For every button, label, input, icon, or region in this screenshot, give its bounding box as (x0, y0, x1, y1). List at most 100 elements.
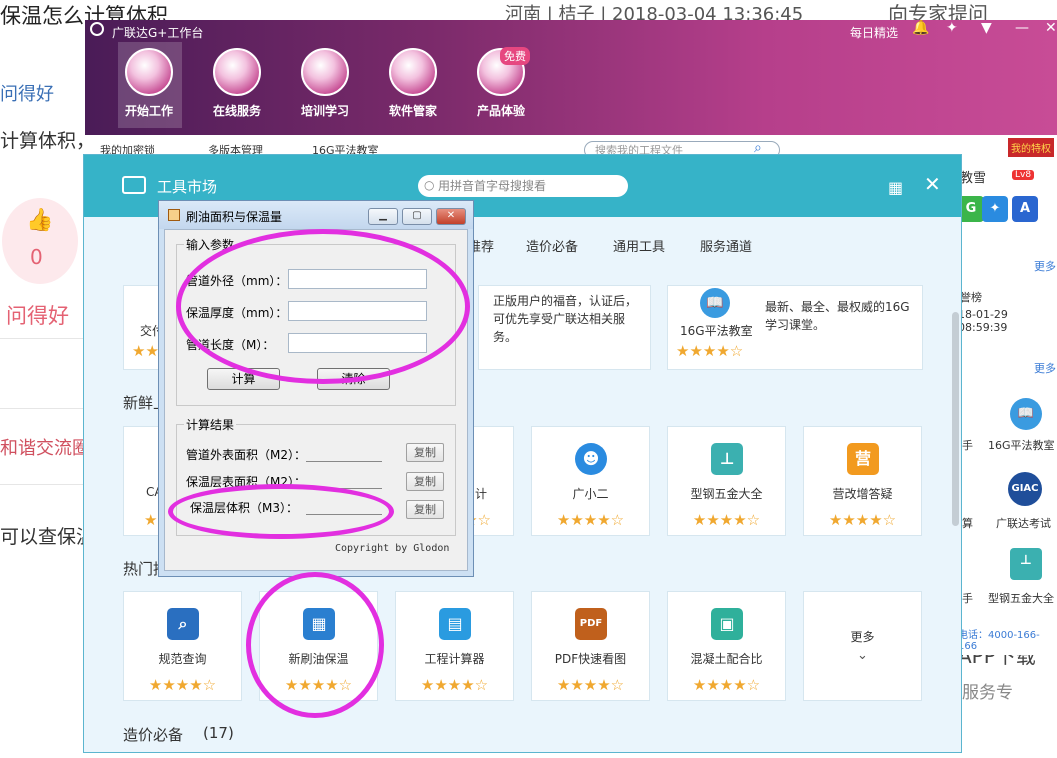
harmony-circle-link[interactable]: 和谐交流圈 (0, 434, 90, 460)
copyright: Copyright by Glodon (335, 543, 450, 554)
nav-label: 开始工作 (124, 104, 173, 118)
hot-card-calculator[interactable]: ▤ 工程计算器 ★★★★☆ (395, 591, 514, 701)
rating-stars: ★★★★☆ (692, 511, 761, 529)
copy-button[interactable]: 复制 (406, 443, 444, 462)
minimize-icon[interactable]: — (1015, 20, 1029, 36)
rank-time: 18-01-29 08:59:39 (958, 308, 1008, 334)
tab-service-channel[interactable]: 服务通道 (700, 236, 752, 255)
pin-icon[interactable]: ✦ (946, 20, 958, 36)
tool-market-title: 工具市场 (157, 178, 218, 196)
copy-button[interactable]: 复制 (406, 472, 444, 491)
toolbox-icon (122, 176, 146, 194)
divider (0, 484, 84, 485)
app-icon-a[interactable]: A (1012, 196, 1038, 222)
close-button[interactable]: ✕ (436, 208, 466, 225)
brush-icon (389, 48, 437, 96)
copy-button[interactable]: 复制 (406, 500, 444, 519)
side-item[interactable]: 手 (962, 590, 973, 606)
more-link[interactable]: 更多 (1034, 258, 1056, 274)
workbench-title: 广联达G+工作台 (112, 26, 204, 40)
level-badge: Lv8 (1012, 170, 1035, 180)
rating-stars: ★★★★☆ (556, 511, 625, 529)
card-name: 16G平法教室 (680, 324, 753, 338)
rating-stars: ★★★★☆ (692, 676, 761, 694)
close-icon[interactable]: ✕ (1045, 20, 1057, 36)
fresh-card-steel[interactable]: ⊥ 型钢五金大全 ★★★★☆ (667, 426, 786, 536)
tool-search-input[interactable]: 用拼音首字母搜搜看 (418, 175, 628, 197)
rating-stars: ★★★★☆ (556, 676, 625, 694)
like-count: 0 (30, 245, 43, 269)
side-item[interactable]: 广联达考试 (996, 515, 1051, 531)
nav-software-manager[interactable]: 软件管家 (373, 48, 453, 119)
dialog-title: 刷油面积与保温量 (186, 210, 283, 224)
side-item[interactable]: 16G平法教室 (988, 437, 1055, 453)
steel-book-icon: ⊥ (711, 443, 743, 475)
card-name: PDF快速看图 (554, 652, 627, 666)
annotation-ring-tool (246, 572, 384, 718)
card-name: 广小二 (572, 487, 609, 501)
minimize-button[interactable]: ▁ (368, 208, 398, 225)
top-card-16g[interactable]: 📖 16G平法教室 ★★★★☆ 最新、最全、最权威的16G学习课堂。 (667, 285, 923, 370)
tab-cost-essentials[interactable]: 造价必备 (526, 236, 578, 255)
vat-icon: 营 (847, 443, 879, 475)
scrollbar[interactable] (952, 312, 959, 526)
annotation-ring-volume (168, 484, 394, 539)
fresh-card-vat[interactable]: 营 营改增答疑 ★★★★☆ (803, 426, 922, 536)
divider (0, 408, 84, 409)
card-name: 混凝土配合比 (690, 652, 763, 666)
result-label: 管道外表面积（M2）： (186, 448, 306, 462)
close-icon[interactable]: ✕ (924, 172, 941, 196)
daily-pick-link[interactable]: 每日精选 (850, 24, 898, 41)
bag-icon (213, 48, 261, 96)
nav-label: 软件管家 (388, 104, 437, 118)
nav-start-work[interactable]: 开始工作 (109, 48, 189, 119)
result-group-label: 计算结果 (184, 416, 237, 433)
free-badge: 免费 (500, 47, 530, 65)
nav-online-service[interactable]: 在线服务 (197, 48, 277, 119)
nav-label: 在线服务 (212, 104, 261, 118)
good-question-link[interactable]: 问得好 (0, 80, 54, 106)
nav-training[interactable]: 培训学习 (285, 48, 365, 119)
service-phone: 电话：4000-166-166 (958, 630, 1040, 652)
card-desc: 最新、最全、最权威的16G学习课堂。 (765, 300, 910, 332)
app-icon-blue[interactable]: ✦ (982, 196, 1008, 222)
hot-card-concrete[interactable]: ▣ 混凝土配合比 ★★★★☆ (667, 591, 786, 701)
mascot-icon: ☻ (575, 443, 607, 475)
truck-icon: ▣ (711, 608, 743, 640)
result-value-line (306, 461, 382, 462)
tab-general-tools[interactable]: 通用工具 (613, 236, 665, 255)
dropdown-icon[interactable]: ▼ (981, 20, 992, 36)
annotation-ring-inputs (176, 229, 470, 384)
more-link[interactable]: 更多 (1034, 360, 1056, 376)
spec-search-icon: ⌕ (167, 608, 199, 640)
divider (0, 338, 84, 339)
fresh-card-guangxiaoer[interactable]: ☻ 广小二 ★★★★☆ (531, 426, 650, 536)
calculator-icon: ▤ (439, 608, 471, 640)
more-card[interactable]: 更多 ⌄ (803, 591, 922, 701)
rating-stars: ★★★★☆ (148, 676, 217, 694)
top-card[interactable]: 正版用户的福音，认证后，可优先享受广联达相关服务。 (478, 285, 651, 370)
answer-text-2: 可以查保温 (0, 526, 96, 548)
maximize-button[interactable]: ▢ (402, 208, 432, 225)
mascara-icon (301, 48, 349, 96)
rating-stars: ★★★★☆ (420, 676, 489, 694)
book-icon[interactable]: 📖 (1010, 398, 1042, 430)
grid-view-icon[interactable]: ▦ (888, 178, 903, 197)
steel-book-icon[interactable]: ⊥ (1010, 548, 1042, 580)
app-icon (168, 209, 180, 221)
bell-icon[interactable]: 🔔 (912, 20, 929, 36)
cost-section-count: (17) (203, 724, 234, 742)
side-item[interactable]: 型钢五金大全 (988, 590, 1054, 606)
nav-label: 产品体验 (476, 104, 525, 118)
more-label: 更多 (850, 630, 875, 644)
hot-card-pdf[interactable]: PDF PDF快速看图 ★★★★☆ (531, 591, 650, 701)
side-item[interactable]: 算 (962, 515, 973, 531)
giac-icon[interactable]: GIAC (1008, 472, 1042, 506)
answer-text: 计算体积， (0, 130, 96, 152)
privilege-tag[interactable]: 我的特权 (1008, 138, 1054, 157)
search-icon: ○ (424, 178, 435, 192)
hot-card-spec[interactable]: ⌕ 规范查询 ★★★★☆ (123, 591, 242, 701)
side-item[interactable]: 手 (962, 437, 973, 453)
thumbs-up-icon: 👍 (26, 208, 54, 233)
card-name: 型钢五金大全 (690, 487, 763, 501)
